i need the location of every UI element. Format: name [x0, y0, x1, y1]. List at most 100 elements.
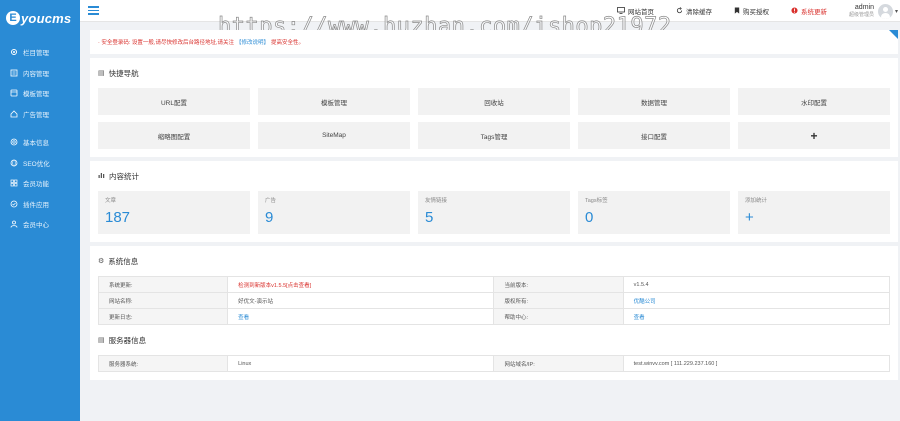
- sidebar-item-label: 广告管理: [23, 111, 49, 119]
- sidebar-item-template[interactable]: 模板管理: [0, 83, 80, 104]
- sidebar-item-label: 插件应用: [23, 201, 49, 209]
- system-info-table: 系统更新: 检测到新版本v1.5.5[点击查看] 当前版本: v1.5.4 网站…: [97, 276, 891, 325]
- stat-label: Tags标签: [585, 198, 608, 204]
- main-content: · 安全登录码: 设置一般,请尽快修改后台路径地址,请关注 【修改说明】 提高安…: [90, 30, 898, 380]
- quick-thumbnail-button[interactable]: 缩略图配置: [98, 122, 250, 149]
- bookmark-icon: [734, 6, 740, 16]
- stat-label: 友情链接: [425, 198, 448, 204]
- quick-nav-title: ▤ 快捷导航: [98, 58, 890, 88]
- stats-panel: 内容统计 文章 187 广告 9 友情链接 5 Tags标签 0 添加统计 +: [90, 161, 898, 242]
- sidebar-item-label: SEO优化: [23, 160, 50, 168]
- system-update-label: 系统更新: [800, 9, 827, 16]
- table-cell-label: 网站域名/IP:: [493, 355, 624, 372]
- system-update-link[interactable]: 系统更新: [791, 6, 827, 16]
- quick-url-config-button[interactable]: URL配置: [98, 88, 250, 115]
- table-cell-label: 更新日志:: [97, 308, 229, 325]
- stat-value: 9: [265, 209, 274, 226]
- table-cell-label: 系统更新:: [97, 276, 229, 293]
- stat-card-ads[interactable]: 广告 9: [258, 191, 410, 234]
- clear-cache-link[interactable]: 清除缓存: [676, 6, 712, 16]
- notice-prefix: · 安全登录码: 设置一般,请尽快修改后台路径地址,请关注: [98, 40, 234, 46]
- bar-chart-icon: [98, 172, 105, 180]
- document-icon: [9, 68, 18, 77]
- stat-card-add[interactable]: 添加统计 +: [738, 191, 890, 234]
- buy-license-link[interactable]: 购买授权: [734, 6, 769, 16]
- logo[interactable]: E youcms: [0, 0, 80, 36]
- panel-title-text: 快捷导航: [108, 68, 139, 78]
- stat-card-links[interactable]: 友情链接 5: [418, 191, 570, 234]
- logo-mark: E: [6, 11, 20, 25]
- quick-add-button[interactable]: +: [738, 122, 890, 149]
- menu-toggle-icon[interactable]: [88, 6, 99, 15]
- server-info-table: 服务器系统: Linux 网站域名/IP: test.winvv.com [ 1…: [97, 355, 891, 372]
- sidebar-item-plugins[interactable]: 插件应用: [0, 194, 80, 215]
- site-home-link[interactable]: 网站首页: [617, 6, 654, 16]
- system-info-panel: ⚙ 系统信息 系统更新: 检测到新版本v1.5.5[点击查看] 当前版本: v1…: [90, 246, 898, 380]
- chevron-down-icon: ▾: [894, 8, 898, 15]
- quick-tags-button[interactable]: Tags管理: [418, 122, 570, 149]
- quick-sitemap-button[interactable]: SiteMap: [258, 122, 410, 149]
- plugin-icon: [9, 199, 18, 208]
- server-icon: ▤: [98, 337, 105, 344]
- monitor-icon: [617, 6, 625, 16]
- stat-card-articles[interactable]: 文章 187: [98, 191, 250, 234]
- stat-label: 文章: [105, 198, 117, 204]
- table-row: 网站名称: 好优文-演示站 版权所有: 优酷公司: [97, 292, 891, 309]
- table-cell-value: v1.5.4: [622, 276, 891, 293]
- sidebar-item-member[interactable]: 会员功能: [0, 173, 80, 194]
- stat-value: 187: [105, 209, 131, 226]
- quick-recycle-button[interactable]: 回收站: [418, 88, 570, 115]
- table-row: 服务器系统: Linux 网站域名/IP: test.winvv.com [ 1…: [97, 355, 891, 372]
- quick-data-button[interactable]: 数据管理: [578, 88, 730, 115]
- sidebar-item-label: 模板管理: [23, 91, 49, 99]
- update-check-link[interactable]: 检测到新版本v1.5.5[点击查看]: [227, 276, 495, 293]
- sidebar-item-column[interactable]: 栏目管理: [0, 42, 80, 63]
- sidebar-item-label: 会员中心: [23, 222, 49, 230]
- corner-flag: [889, 30, 898, 39]
- site-home-label: 网站首页: [627, 9, 654, 16]
- sidebar-item-content[interactable]: 内容管理: [0, 63, 80, 84]
- home-icon: [9, 109, 18, 118]
- notice-suffix: 提高安全性。: [271, 40, 305, 46]
- globe-icon: [9, 158, 18, 167]
- changelog-link[interactable]: 查看: [227, 308, 495, 325]
- server-info-title: ▤ 服务器信息: [98, 325, 890, 355]
- table-cell-value: 好优文-演示站: [227, 292, 495, 309]
- sidebar-item-ads[interactable]: 广告管理: [0, 104, 80, 125]
- help-center-link[interactable]: 查看: [622, 308, 891, 325]
- security-notice: · 安全登录码: 设置一般,请尽快修改后台路径地址,请关注 【修改说明】 提高安…: [90, 30, 898, 54]
- stat-card-tags[interactable]: Tags标签 0: [578, 191, 730, 234]
- grid-icon: [9, 179, 18, 188]
- user-menu[interactable]: admin 超级管理员 ▾: [849, 3, 898, 19]
- sidebar-item-basic[interactable]: 基本信息: [0, 132, 80, 153]
- notice-link[interactable]: 【修改说明】: [236, 38, 269, 46]
- stat-value: 0: [585, 209, 594, 226]
- sidebar-item-label: 内容管理: [23, 70, 49, 78]
- user-name: admin: [854, 3, 874, 11]
- user-icon: [9, 220, 18, 229]
- quick-api-button[interactable]: 接口配置: [578, 122, 730, 149]
- stat-label: 广告: [265, 198, 277, 204]
- table-cell-label: 服务器系统:: [97, 355, 229, 372]
- stat-value: 5: [425, 209, 434, 226]
- system-info-title: ⚙ 系统信息: [98, 246, 890, 276]
- table-cell-label: 版权所有:: [493, 292, 624, 309]
- quick-template-button[interactable]: 模板管理: [258, 88, 410, 115]
- table-cell-label: 网站名称:: [97, 292, 229, 309]
- quick-watermark-button[interactable]: 水印配置: [738, 88, 890, 115]
- quick-nav-panel: ▤ 快捷导航 URL配置 模板管理 回收站 数据管理 水印配置 缩略图配置 Si…: [90, 58, 898, 157]
- top-actions: 网站首页 清除缓存 购买授权 系统更新 admin 超级管理员 ▾: [617, 0, 900, 22]
- alert-icon: [791, 6, 798, 16]
- sidebar-item-member-center[interactable]: 会员中心: [0, 214, 80, 235]
- sidebar-item-seo[interactable]: SEO优化: [0, 153, 80, 174]
- quick-nav-grid: URL配置 模板管理 回收站 数据管理 水印配置 缩略图配置 SiteMap T…: [98, 88, 890, 149]
- gear-icon: ⚙: [98, 258, 105, 265]
- copyright-link[interactable]: 优酷公司: [622, 292, 891, 309]
- sidebar-item-label: 基本信息: [23, 140, 49, 148]
- buy-license-label: 购买授权: [742, 9, 769, 16]
- settings-icon: [9, 138, 18, 147]
- sidebar: E youcms 栏目管理 内容管理 模板管理 广告管理 基本信息 SEO优化: [0, 0, 80, 421]
- table-row: 系统更新: 检测到新版本v1.5.5[点击查看] 当前版本: v1.5.4: [97, 276, 891, 293]
- table-row: 更新日志: 查看 帮助中心: 查看: [97, 308, 891, 325]
- refresh-icon: [676, 6, 683, 16]
